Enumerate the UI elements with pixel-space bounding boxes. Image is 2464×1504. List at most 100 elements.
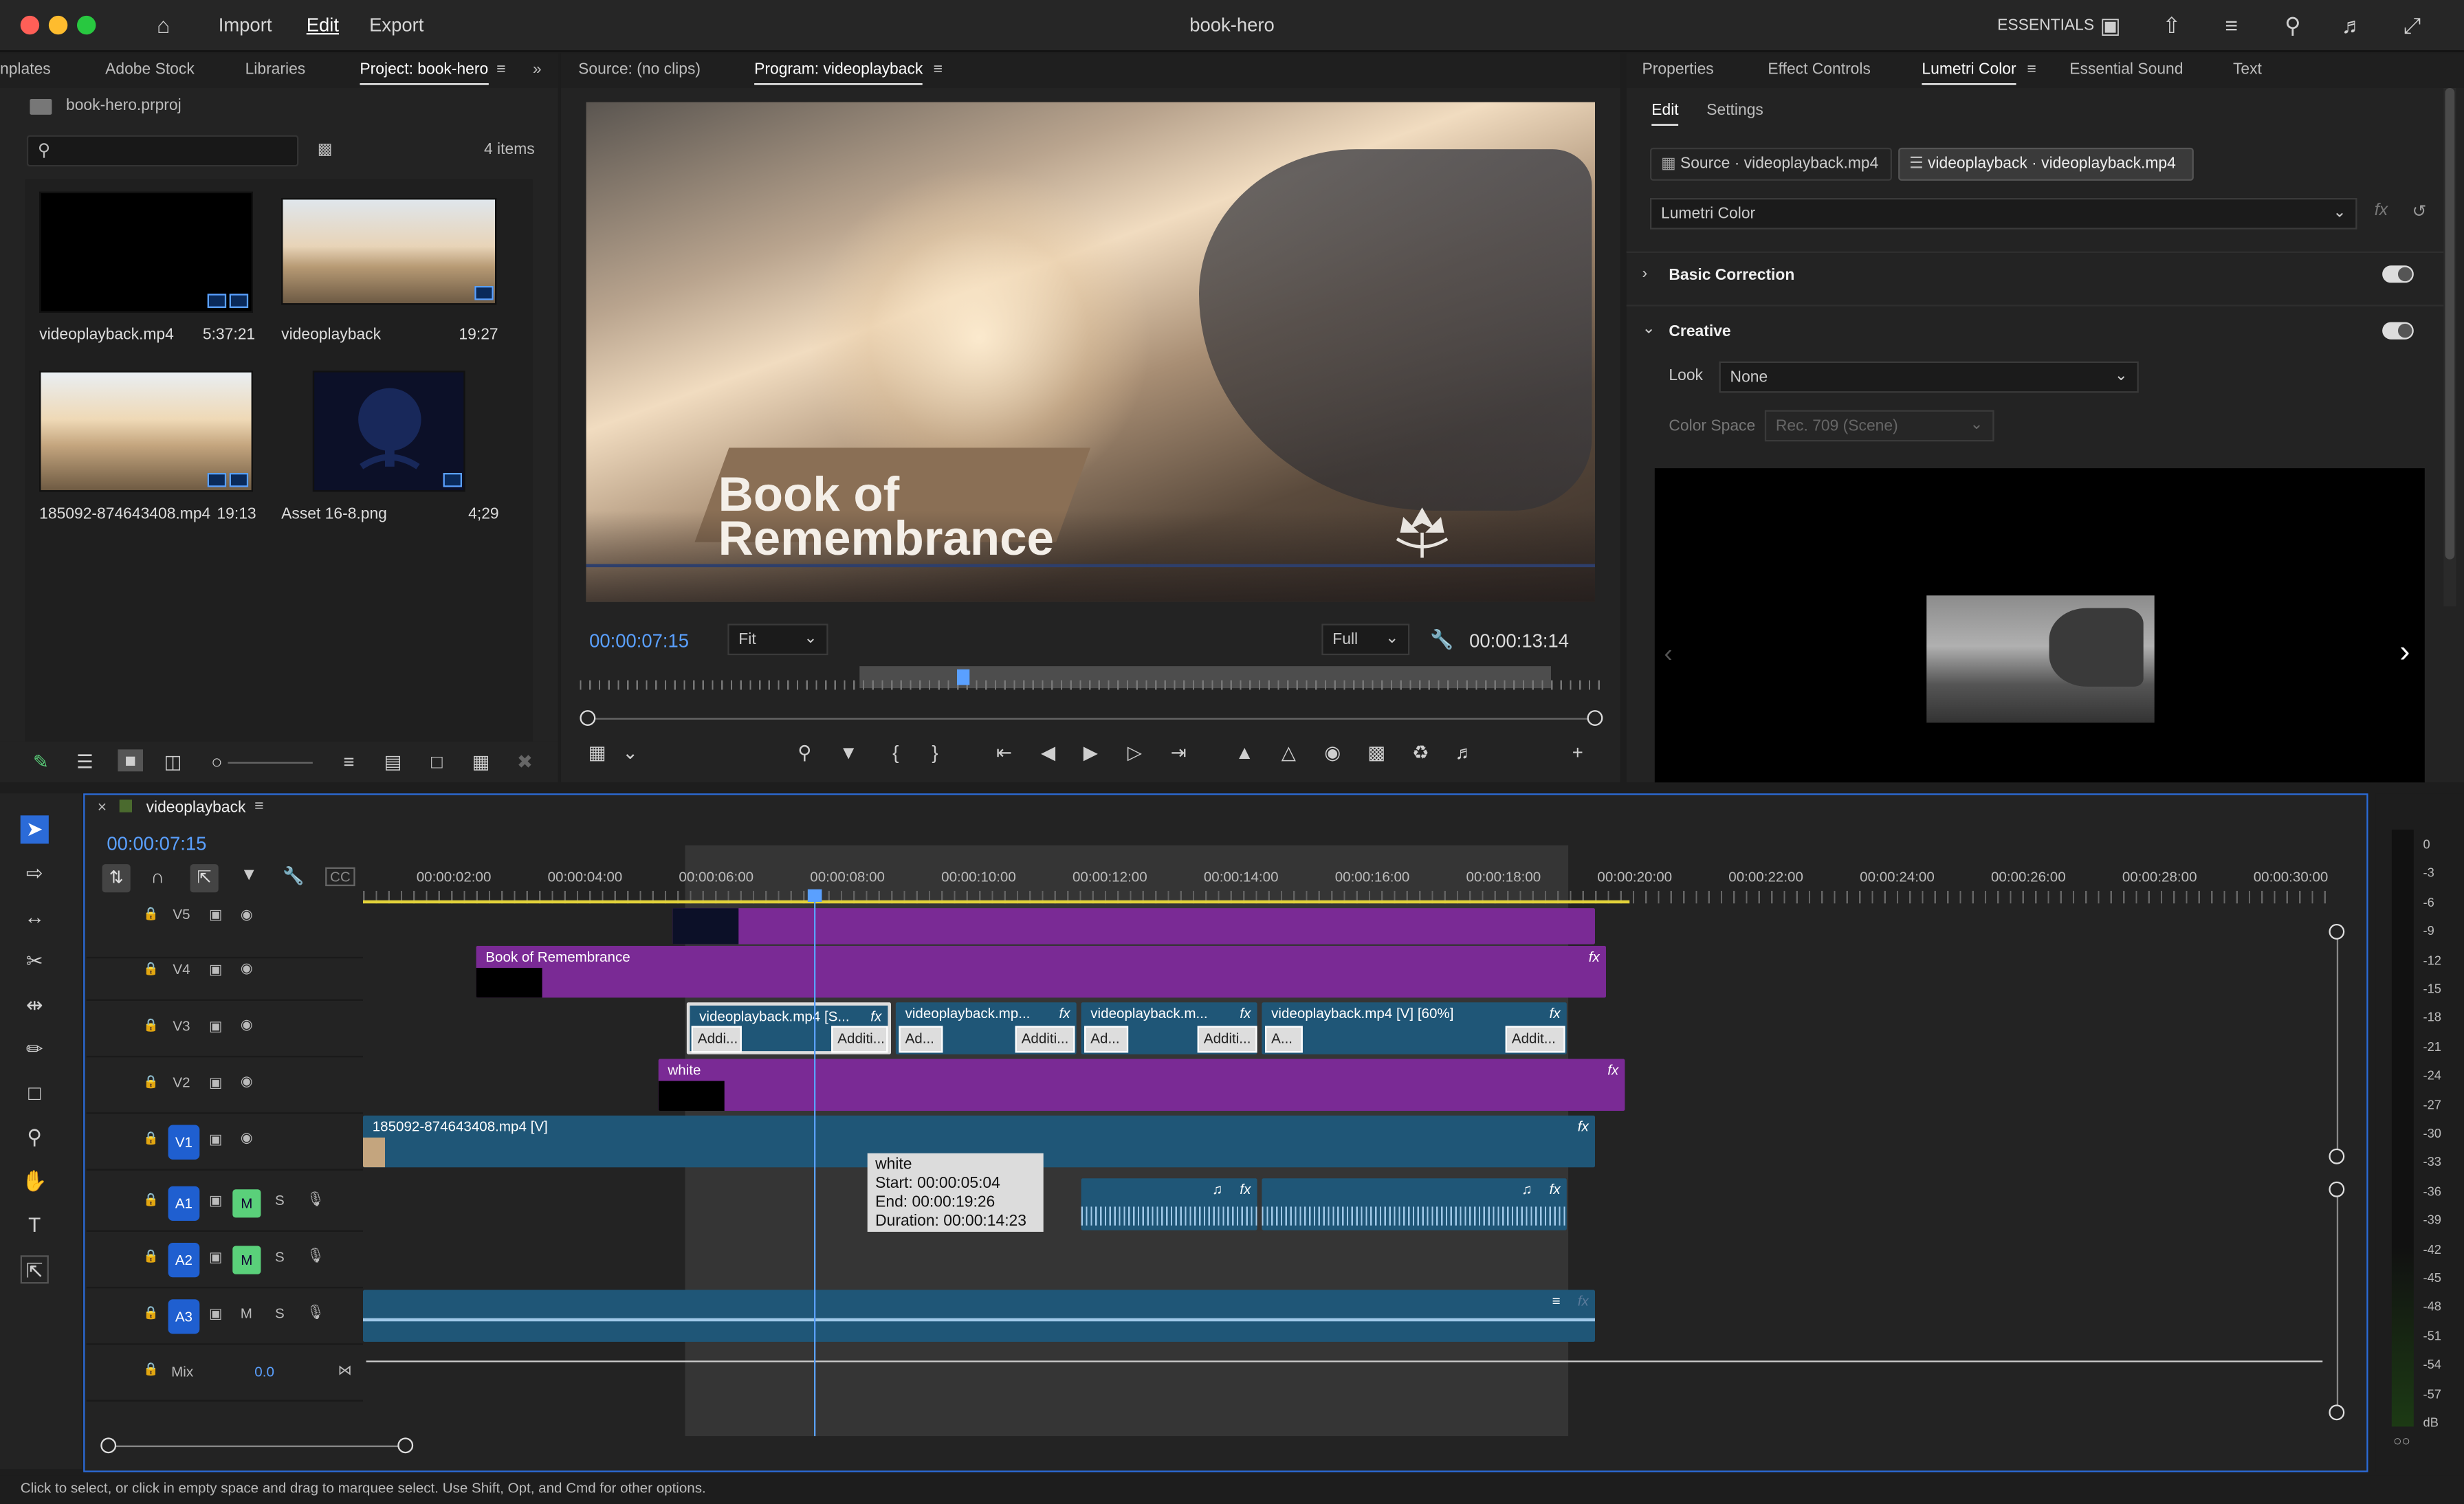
speaker-icon[interactable]: ♬ <box>1453 742 1475 764</box>
captions-icon[interactable]: CC <box>325 867 355 887</box>
tab-program[interactable]: Program: videoplayback <box>754 61 923 85</box>
zoom-slider[interactable] <box>228 762 313 764</box>
solo-button[interactable]: S <box>275 1193 285 1208</box>
sync-lock-icon[interactable]: ▣ <box>209 1018 222 1035</box>
more-tabs-icon[interactable]: » <box>533 61 542 78</box>
subtab-edit[interactable]: Edit <box>1651 102 1679 126</box>
zoom-tool-icon[interactable]: ⚲ <box>21 1123 49 1151</box>
solo-button[interactable]: S <box>275 1249 285 1265</box>
video-scroll-handle[interactable] <box>2329 1148 2345 1164</box>
lock-icon[interactable]: 🔒 <box>143 1074 159 1089</box>
type-tool-icon[interactable]: T <box>21 1211 49 1239</box>
look-preview-thumbnail[interactable] <box>1926 595 2155 723</box>
clip-v5[interactable] <box>672 908 1595 944</box>
chevron-right-icon[interactable]: › <box>1642 265 1648 283</box>
timeline-zoom-bar[interactable] <box>108 1445 407 1448</box>
panel-menu-icon[interactable]: ≡ <box>496 61 505 78</box>
chevron-right-icon[interactable]: › <box>2399 634 2410 671</box>
tab-templates[interactable]: nplates <box>0 61 51 78</box>
proxy-icon[interactable]: ♻ <box>1409 742 1431 764</box>
home-icon[interactable]: ⌂ <box>151 12 176 38</box>
track-label[interactable]: V5 <box>173 907 190 922</box>
menu-export[interactable]: Export <box>369 14 424 36</box>
go-to-in-icon[interactable]: ⇤ <box>993 742 1015 764</box>
panel-layout-icon[interactable]: ▣ <box>2098 12 2123 38</box>
zoom-handle-right[interactable] <box>397 1437 414 1454</box>
eye-icon[interactable]: ◉ <box>241 1073 253 1090</box>
trash-icon[interactable]: ✖ <box>514 751 536 773</box>
sync-lock-icon[interactable]: ▣ <box>209 1131 222 1149</box>
selection-tool-icon[interactable]: ➤ <box>20 815 49 844</box>
fit-dropdown[interactable]: Fit ⌄ <box>727 623 828 656</box>
eye-icon[interactable]: ◉ <box>241 1129 253 1147</box>
audio-clip-a1-1[interactable]: fx ♫ <box>1081 1178 1257 1230</box>
microphone-icon[interactable]: 🎙 <box>307 1304 324 1321</box>
adjustment-subclip[interactable]: Additi... <box>1197 1026 1257 1053</box>
sync-lock-icon[interactable]: ▣ <box>209 1305 222 1323</box>
tab-properties[interactable]: Properties <box>1642 61 1714 78</box>
tab-text[interactable]: Text <box>2233 61 2262 78</box>
track-select-tool-icon[interactable]: ⇨ <box>21 859 49 887</box>
new-bin-icon[interactable]: □ <box>426 751 448 773</box>
audio-scroll-handle[interactable] <box>2329 1181 2345 1197</box>
project-item-thumbnail[interactable] <box>39 191 253 313</box>
workspace-label[interactable]: ESSENTIALS <box>1997 17 2094 34</box>
sequence-tab[interactable]: videoplayback <box>146 799 246 817</box>
lock-icon[interactable]: 🔒 <box>143 1131 159 1146</box>
adjustment-subclip[interactable]: Addit... <box>1505 1026 1565 1053</box>
playhead-marker[interactable] <box>956 669 970 685</box>
source-clip-chip[interactable]: ▦ Source · videoplayback.mp4 <box>1649 147 1892 181</box>
volume-icon[interactable]: ♬ <box>2340 12 2365 38</box>
step-back-icon[interactable]: ◀ <box>1037 742 1059 764</box>
subtab-settings[interactable]: Settings <box>1706 102 1763 120</box>
mute-button[interactable]: M <box>232 1246 261 1274</box>
look-dropdown[interactable]: None ⌄ <box>1719 361 2139 393</box>
remix-tool-icon[interactable]: ⇱ <box>20 1255 49 1284</box>
wrench-icon[interactable]: 🔧 <box>283 865 304 886</box>
project-search-input[interactable]: ⚲ <box>26 135 299 167</box>
linked-selection-icon[interactable]: ⇱ <box>190 864 219 893</box>
zoom-slider-icon[interactable]: ○ <box>206 751 228 773</box>
project-item-thumbnail[interactable] <box>281 197 497 305</box>
adjustment-subclip[interactable]: Ad... <box>899 1026 943 1053</box>
step-forward-icon[interactable]: ▷ <box>1123 742 1145 764</box>
sync-lock-icon[interactable]: ▣ <box>209 1249 222 1266</box>
lock-icon[interactable]: 🔒 <box>143 962 159 976</box>
track-label[interactable]: A3 <box>168 1299 200 1334</box>
ripple-edit-tool-icon[interactable]: ↔ <box>21 903 49 931</box>
chevron-left-icon[interactable]: ‹ <box>1664 641 1673 670</box>
tab-essential-sound[interactable]: Essential Sound <box>2069 61 2183 78</box>
adjustment-subclip[interactable]: Ad... <box>1084 1026 1129 1053</box>
nest-icon[interactable]: ⇅ <box>102 864 131 893</box>
find-icon[interactable]: ▩ <box>318 142 333 159</box>
tab-lumetri-color[interactable]: Lumetri Color <box>1922 61 2016 85</box>
eye-icon[interactable]: ◉ <box>241 907 253 924</box>
adjustment-subclip[interactable]: A... <box>1264 1026 1303 1053</box>
timeline-timecode[interactable]: 00:00:07:15 <box>107 832 206 854</box>
snap-icon[interactable]: ∩ <box>151 865 164 887</box>
list-view-icon[interactable]: ☰ <box>74 751 96 773</box>
scrollbar[interactable] <box>2443 87 2456 607</box>
icon-view-icon[interactable]: ■ <box>118 749 143 772</box>
track-label[interactable]: V1 <box>168 1125 200 1160</box>
sync-lock-icon[interactable]: ▣ <box>209 962 222 979</box>
solo-meters-icon[interactable]: ○○ <box>2393 1433 2410 1449</box>
video-scroll-handle[interactable] <box>2329 923 2345 940</box>
share-icon[interactable]: ⇧ <box>2159 12 2185 38</box>
microphone-icon[interactable]: 🎙 <box>307 1248 324 1265</box>
lock-icon[interactable]: 🔒 <box>143 1362 159 1377</box>
sync-lock-icon[interactable]: ▣ <box>209 1193 222 1210</box>
solo-button[interactable]: S <box>275 1305 285 1321</box>
pencil-icon[interactable]: ✎ <box>30 751 52 773</box>
sync-lock-icon[interactable]: ▣ <box>209 907 222 924</box>
marker-icon[interactable]: ▼ <box>837 742 859 764</box>
tab-adobe-stock[interactable]: Adobe Stock <box>105 61 195 78</box>
panel-menu-icon[interactable]: ≡ <box>934 61 943 78</box>
track-label[interactable]: V2 <box>173 1074 190 1090</box>
zoom-window-button[interactable] <box>76 15 96 35</box>
fullscreen-icon[interactable]: ⤢ <box>2399 12 2425 38</box>
add-marker-icon[interactable]: ▼ <box>241 865 258 884</box>
video-scroll-bar[interactable] <box>2336 930 2339 1158</box>
panel-menu-icon[interactable]: ≡ <box>254 798 263 815</box>
eye-icon[interactable]: ◉ <box>241 960 253 977</box>
